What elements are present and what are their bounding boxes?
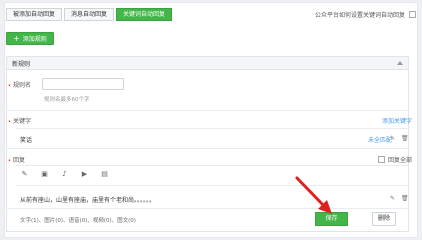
reply-all-label: 回复全部 bbox=[387, 157, 412, 164]
top-option-checkbox[interactable] bbox=[409, 11, 416, 18]
save-button[interactable]: 保存 bbox=[315, 212, 348, 226]
rule-name-row: 规则名 bbox=[8, 80, 32, 89]
pencil-icon[interactable]: ✎ bbox=[20, 170, 29, 179]
divider bbox=[6, 208, 409, 209]
image-icon[interactable]: ▣ bbox=[40, 170, 49, 179]
delete-button[interactable]: 删除 bbox=[372, 212, 396, 226]
tab-keyword-reply[interactable]: 关键词自动回复 bbox=[116, 8, 173, 21]
delete-reply-trash-icon[interactable]: 🗑 bbox=[401, 195, 409, 202]
rule-name-hint: 规则名最多60个字 bbox=[44, 97, 90, 103]
reply-all-option[interactable]: 回复全部 bbox=[377, 155, 412, 164]
divider bbox=[16, 128, 409, 129]
top-option-label: 公众平台如何设置关键词自动回复 bbox=[314, 12, 405, 19]
rule-header[interactable]: 新规则 bbox=[7, 57, 408, 70]
divider bbox=[6, 148, 409, 149]
reply-type-tabs: 被添加自动回复 消息自动回复 关键词自动回复 bbox=[6, 8, 174, 21]
reply-label: 回复 bbox=[8, 155, 25, 164]
edit-reply-pencil-icon[interactable]: ✎ bbox=[389, 195, 396, 202]
collapse-caret-icon[interactable] bbox=[397, 61, 403, 65]
reply-text: 从前有座山，山里有座庙，庙里有个老和尚。。。。。。 bbox=[20, 197, 156, 204]
delete-keyword-trash-icon[interactable]: 🗑 bbox=[401, 135, 409, 142]
divider bbox=[6, 110, 409, 111]
reply-toolbar: ✎ ▣ ♪ ▶ ▤ bbox=[20, 170, 109, 179]
reply-stats: 文字(1)、图片(0)、语音(0)、视频(0)、图文(0) bbox=[20, 218, 136, 224]
reply-all-checkbox[interactable] bbox=[377, 156, 385, 163]
rule-name-input[interactable] bbox=[42, 78, 124, 90]
divider bbox=[16, 165, 409, 166]
keyword-label: 关键字 bbox=[8, 116, 31, 125]
article-icon[interactable]: ▤ bbox=[100, 170, 109, 179]
tab-message-reply[interactable]: 消息自动回复 bbox=[64, 8, 115, 21]
plus-icon: + bbox=[13, 33, 20, 43]
top-option: 公众平台如何设置关键词自动回复 bbox=[315, 10, 416, 19]
keyword-item: 笑话 bbox=[20, 137, 33, 144]
divider bbox=[16, 185, 409, 186]
rule-name-label: 规则名 bbox=[8, 80, 32, 89]
video-icon[interactable]: ▶ bbox=[80, 170, 89, 179]
rule-title: 新规则 bbox=[12, 60, 31, 68]
microphone-icon[interactable]: ♪ bbox=[60, 170, 69, 179]
edit-keyword-pencil-icon[interactable]: ✎ bbox=[389, 135, 396, 142]
add-rule-label: 添加规则 bbox=[22, 36, 47, 43]
add-rule-button[interactable]: + 添加规则 bbox=[6, 32, 54, 45]
add-keyword-link[interactable]: 添加关键字 bbox=[382, 116, 412, 125]
tab-added-reply[interactable]: 被添加自动回复 bbox=[6, 8, 63, 21]
